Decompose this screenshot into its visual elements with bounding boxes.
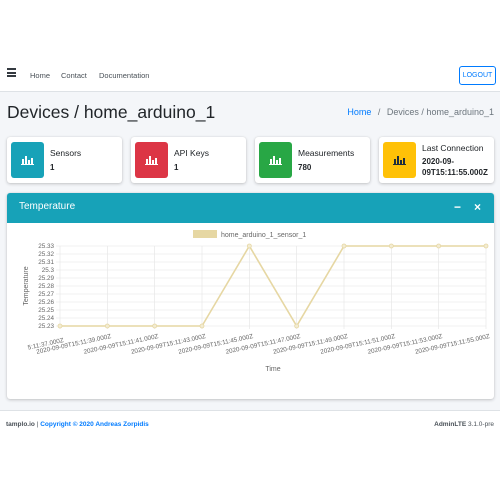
- hamburger-menu-icon[interactable]: [7, 68, 16, 77]
- temperature-card: Temperature − × 25.33 25.32 25.31 25.3 25.29…: [7, 193, 494, 399]
- data-point: [199, 323, 205, 329]
- info-box-label: Last Connection: [422, 143, 484, 153]
- data-point: [483, 243, 489, 249]
- minimize-icon[interactable]: −: [454, 199, 461, 215]
- info-box-value: 1: [50, 163, 55, 172]
- bar-chart-icon: [259, 142, 292, 178]
- y-tick-label: 25.25: [38, 307, 54, 314]
- info-box-value: 2020-09-09T15:11:55.000Z: [422, 157, 488, 177]
- footer-left: tamplo.io | Copyright © 2020 Andreas Zor…: [6, 421, 149, 428]
- data-point: [436, 243, 442, 249]
- legend-label: home_arduino_1_sensor_1: [221, 232, 306, 239]
- info-box-last-connection: Last Connection 2020-09-09T15:11:55.000Z: [379, 137, 494, 183]
- nav-link-home[interactable]: Home: [30, 71, 50, 80]
- logout-button[interactable]: LOGOUT: [459, 66, 496, 85]
- data-point: [246, 243, 252, 249]
- info-box-value: 1: [174, 163, 179, 172]
- x-axis-title: Time: [265, 366, 280, 373]
- nav-link-documentation[interactable]: Documentation: [99, 71, 149, 80]
- content-wrapper: Devices / home_arduino_1 Home / Devices …: [0, 92, 500, 410]
- data-point: [57, 323, 63, 329]
- y-tick-label: 25.31: [38, 259, 54, 266]
- y-tick-label: 25.24: [38, 315, 54, 322]
- y-tick-label: 25.32: [38, 251, 54, 258]
- y-tick-label: 25.3: [42, 267, 55, 274]
- y-tick-label: 25.23: [38, 323, 54, 330]
- legend-swatch: [193, 230, 217, 238]
- info-box-measurements: Measurements 780: [255, 137, 370, 183]
- card-title: Temperature: [19, 201, 76, 212]
- nav-link-contact[interactable]: Contact: [61, 71, 87, 80]
- top-navbar: Home Contact Documentation LOGOUT: [0, 60, 500, 92]
- info-box-value: 780: [298, 163, 312, 172]
- info-box-label: API Keys: [174, 148, 209, 158]
- page-title: Devices / home_arduino_1: [7, 102, 216, 122]
- data-point: [104, 323, 110, 329]
- data-point: [388, 243, 394, 249]
- temperature-line-chart: 25.3325.3225.3125.325.2925.2825.2725.262…: [23, 230, 491, 373]
- y-tick-label: 25.28: [38, 283, 54, 290]
- bar-chart-icon: [383, 142, 416, 178]
- close-icon[interactable]: ×: [474, 199, 481, 215]
- breadcrumb-home-link[interactable]: Home: [347, 107, 371, 117]
- info-box-label: Sensors: [50, 148, 82, 158]
- footer-separator: |: [36, 421, 39, 428]
- footer-version: AdminLTE 3.1.0-pre: [434, 421, 494, 428]
- info-box-api-keys: API Keys 1: [131, 137, 246, 183]
- y-tick-label: 25.27: [38, 291, 54, 298]
- footer-brand: tamplo.io: [6, 421, 35, 428]
- footer: tamplo.io | Copyright © 2020 Andreas Zor…: [0, 410, 500, 438]
- footer-app-name: AdminLTE: [434, 421, 467, 428]
- breadcrumb-current: Devices / home_arduino_1: [386, 107, 494, 117]
- data-point: [294, 323, 300, 329]
- y-axis-title: Temperature: [23, 266, 30, 305]
- y-tick-label: 25.29: [38, 275, 54, 282]
- bar-chart-icon: [135, 142, 168, 178]
- footer-version-number: 3.1.0-pre: [467, 421, 494, 428]
- y-tick-label: 25.33: [38, 243, 54, 250]
- card-header: Temperature − ×: [7, 193, 494, 223]
- breadcrumb: Home / Devices / home_arduino_1: [347, 107, 494, 117]
- bar-chart-icon: [11, 142, 44, 178]
- y-tick-label: 25.26: [38, 299, 54, 306]
- info-box-sensors: Sensors 1: [7, 137, 122, 183]
- footer-copyright-link[interactable]: Copyright © 2020 Andreas Zorpidis: [40, 421, 149, 428]
- data-point: [152, 323, 158, 329]
- info-box-label: Measurements: [298, 148, 355, 158]
- data-point: [341, 243, 347, 249]
- breadcrumb-separator: /: [377, 107, 381, 117]
